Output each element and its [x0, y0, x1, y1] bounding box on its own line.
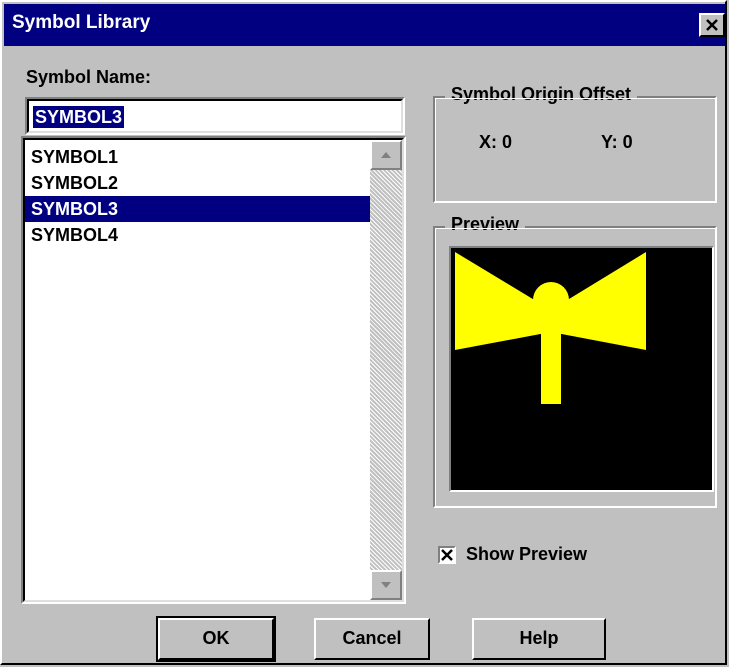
origin-offset-title: Symbol Origin Offset [445, 84, 638, 105]
symbol-preview-graphic [455, 252, 646, 404]
symbol-name-value: SYMBOL3 [33, 106, 125, 128]
arrow-up-icon [381, 152, 391, 158]
list-item-selected[interactable]: SYMBOL3 [25, 196, 370, 222]
ok-button[interactable]: OK [156, 616, 276, 662]
origin-offset-group: Symbol Origin Offset X: 0 Y: 0 [433, 84, 717, 203]
cancel-button[interactable]: Cancel [314, 618, 430, 660]
arrow-down-icon [381, 582, 391, 588]
preview-canvas [449, 246, 714, 492]
origin-x-value: X: 0 [479, 132, 513, 152]
scroll-up-button[interactable] [370, 140, 402, 170]
close-icon [706, 19, 718, 31]
list-item[interactable]: SYMBOL4 [25, 222, 370, 248]
preview-title: Preview [445, 214, 526, 235]
show-preview-label[interactable]: Show Preview [466, 544, 587, 565]
symbol-list[interactable]: SYMBOL1 SYMBOL2 SYMBOL3 SYMBOL4 [21, 136, 406, 604]
symbol-list-items: SYMBOL1 SYMBOL2 SYMBOL3 SYMBOL4 [25, 144, 370, 248]
origin-y-value: Y: 0 [601, 132, 633, 152]
symbol-name-label: Symbol Name: [26, 67, 152, 87]
scroll-down-button[interactable] [370, 570, 402, 600]
checkmark-x-icon [441, 549, 453, 561]
vertical-scrollbar[interactable] [370, 140, 402, 600]
help-button[interactable]: Help [472, 618, 606, 660]
close-button[interactable] [699, 13, 725, 37]
title-bar[interactable]: Symbol Library [4, 4, 725, 46]
list-item[interactable]: SYMBOL2 [25, 170, 370, 196]
show-preview-checkbox[interactable] [438, 546, 456, 564]
symbol-name-input[interactable]: SYMBOL3 [25, 97, 405, 135]
window-title: Symbol Library [12, 12, 151, 33]
list-item[interactable]: SYMBOL1 [25, 144, 370, 170]
